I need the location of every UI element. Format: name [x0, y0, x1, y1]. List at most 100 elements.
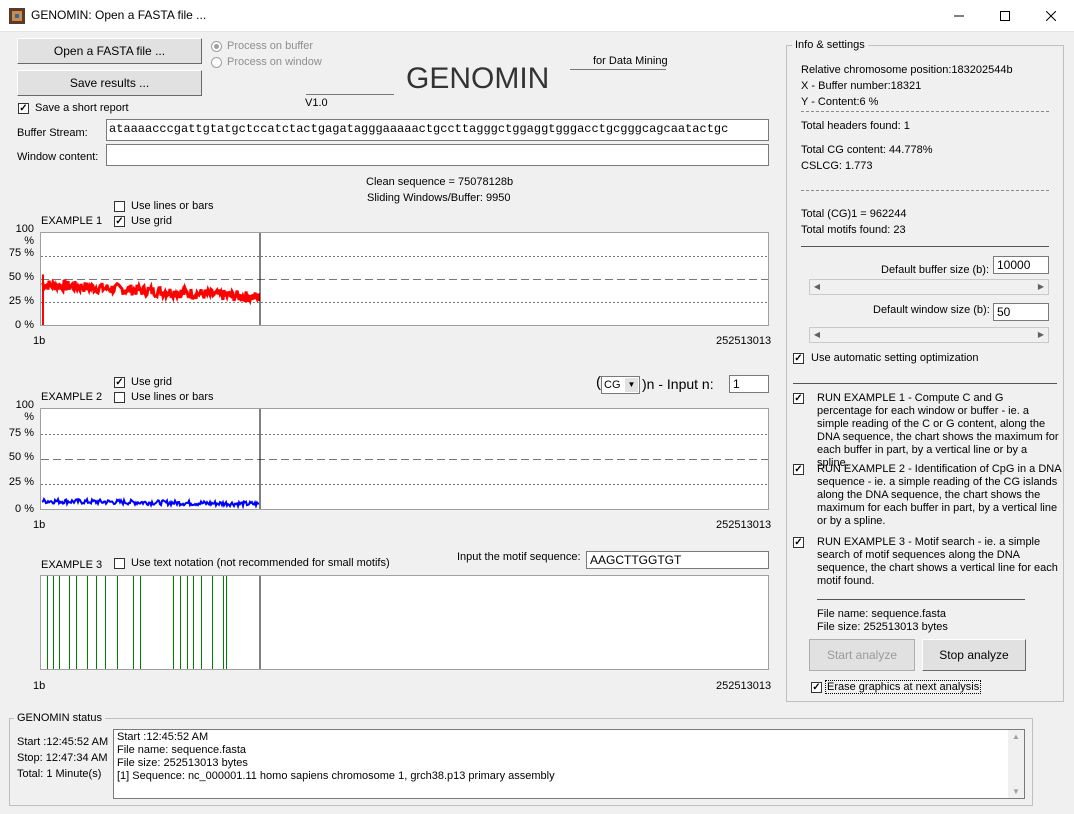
- example3-title: EXAMPLE 3: [41, 559, 103, 571]
- separator-dashed-1: [801, 111, 1049, 112]
- tagline: for Data Mining: [593, 55, 668, 67]
- short-report-checkbox[interactable]: ✓: [18, 103, 29, 114]
- ex1-grid-label: Use grid: [131, 215, 172, 227]
- status-title: GENOMIN status: [14, 712, 105, 724]
- process-window-radio[interactable]: [211, 57, 222, 68]
- window-size-field[interactable]: 50: [993, 303, 1049, 321]
- save-results-button[interactable]: Save results ...: [17, 70, 202, 96]
- status-log[interactable]: Start :12:45:52 AM File name: sequence.f…: [113, 729, 1025, 799]
- status-total: Total: 1 Minute(s): [17, 768, 102, 780]
- process-buffer-radio[interactable]: [211, 41, 222, 52]
- window-size-slider[interactable]: ◀ ▶: [809, 327, 1049, 343]
- status-start: Start :12:45:52 AM: [17, 736, 109, 748]
- open-fasta-button[interactable]: Open a FASTA file ...: [17, 38, 202, 64]
- ex2-grid-checkbox[interactable]: ✓: [114, 377, 125, 388]
- ex2-ytick-100: 100 %: [15, 399, 34, 423]
- rel-position-text: Relative chromosome position:183202544b: [801, 64, 1013, 76]
- close-icon: [1046, 11, 1056, 21]
- ex2-x-end: 252513013: [716, 519, 772, 531]
- ex1-lines-bars-checkbox[interactable]: [114, 201, 125, 212]
- scroll-left-icon[interactable]: ◀: [810, 280, 824, 294]
- example2-title: EXAMPLE 2: [41, 391, 103, 403]
- ex2-x-start: 1b: [33, 519, 46, 531]
- ex1-ytick-50: 50 %: [8, 271, 34, 283]
- motif-select-value: CG: [604, 379, 621, 391]
- motif-select[interactable]: CG ▼: [601, 376, 640, 394]
- clean-sequence-text: Clean sequence = 75078128b: [366, 176, 514, 188]
- start-analyze-button[interactable]: Start analyze: [809, 639, 915, 671]
- separator-1: [801, 246, 1049, 247]
- maximize-button[interactable]: [982, 0, 1028, 32]
- run-example1-text: RUN EXAMPLE 1 - Compute C and G percenta…: [817, 392, 1059, 469]
- text-notation-checkbox[interactable]: [114, 558, 125, 569]
- window-size-label: Default window size (b):: [873, 304, 990, 316]
- example2-chart: [40, 408, 769, 510]
- total-cg1-text: Total (CG)1 = 962244: [801, 208, 907, 220]
- ex2-ytick-25: 25 %: [8, 476, 34, 488]
- ex2-lines-bars-checkbox[interactable]: [114, 392, 125, 403]
- version-label: V1.0: [305, 97, 328, 109]
- scroll-left-icon[interactable]: ◀: [810, 328, 824, 342]
- buffer-size-slider[interactable]: ◀ ▶: [809, 279, 1049, 295]
- file-name-text: File name: sequence.fasta: [817, 608, 947, 620]
- series-line-cg: [41, 278, 261, 306]
- status-stop: Stop: 12:47:34 AM: [17, 752, 108, 764]
- scroll-right-icon[interactable]: ▶: [1034, 328, 1048, 342]
- ex2-ytick-50: 50 %: [8, 451, 34, 463]
- content-text: Y - Content:6 %: [801, 96, 879, 108]
- run-example2-checkbox[interactable]: ✓: [793, 464, 804, 475]
- maximize-icon: [1000, 11, 1010, 21]
- series-line-cpg: [41, 496, 260, 509]
- ex1-ytick-0: 0 %: [15, 319, 34, 331]
- scroll-up-icon[interactable]: ▲: [1008, 730, 1024, 743]
- stop-analyze-button[interactable]: Stop analyze: [922, 639, 1026, 671]
- ex2-lines-bars-label: Use lines or bars: [131, 391, 214, 403]
- window-content-label: Window content:: [17, 151, 99, 163]
- buffer-stream-label: Buffer Stream:: [17, 127, 88, 139]
- ex1-lines-bars-label: Use lines or bars: [131, 200, 214, 212]
- log-line: [1] Sequence: nc_000001.11 homo sapiens …: [117, 770, 555, 782]
- erase-graphics-label: Erase graphics at next analysis: [825, 680, 982, 694]
- text-notation-label: Use text notation (not recommended for s…: [131, 557, 390, 569]
- ex1-ytick-25: 25 %: [8, 295, 34, 307]
- process-buffer-label: Process on buffer: [227, 40, 314, 52]
- app-logo-text: GENOMIN: [406, 62, 550, 95]
- example1-title: EXAMPLE 1: [41, 215, 103, 227]
- auto-optimization-label: Use automatic setting optimization: [811, 352, 979, 364]
- ex1-x-start: 1b: [33, 335, 46, 347]
- log-line: Start :12:45:52 AM: [117, 731, 209, 743]
- close-button[interactable]: [1028, 0, 1074, 32]
- ex1-grid-checkbox[interactable]: ✓: [114, 216, 125, 227]
- ex2-ytick-75: 75 %: [8, 427, 34, 439]
- brand-rule-right: [570, 69, 666, 70]
- cg-content-text: Total CG content: 44.778%: [801, 144, 933, 156]
- motif-suffix-label: )n - Input n:: [642, 376, 714, 392]
- sliding-windows-text: Sliding Windows/Buffer: 9950: [367, 192, 511, 204]
- window-title: GENOMIN: Open a FASTA file ...: [31, 8, 207, 22]
- short-report-label: Save a short report: [35, 102, 129, 114]
- example1-chart: [40, 232, 769, 326]
- log-scrollbar[interactable]: ▲ ▼: [1008, 730, 1024, 798]
- title-bar: GENOMIN: Open a FASTA file ...: [0, 0, 1074, 32]
- input-n-field[interactable]: 1: [729, 375, 769, 393]
- buffer-stream-field[interactable]: ataaaacccgattgtatgctccatctactgagatagggaa…: [106, 119, 769, 141]
- window-content-field[interactable]: [106, 144, 769, 166]
- motif-sequence-label: Input the motif sequence:: [457, 551, 581, 563]
- buffer-size-label: Default buffer size (b):: [881, 264, 990, 276]
- minimize-icon: [954, 15, 964, 17]
- ex1-ytick-75: 75 %: [8, 247, 34, 259]
- chevron-down-icon: ▼: [625, 378, 638, 392]
- auto-optimization-checkbox[interactable]: ✓: [793, 353, 804, 364]
- process-window-label: Process on window: [227, 56, 322, 68]
- erase-graphics-checkbox[interactable]: ✓: [811, 682, 822, 693]
- run-example1-checkbox[interactable]: ✓: [793, 393, 804, 404]
- ex3-x-start: 1b: [33, 680, 46, 692]
- headers-found-text: Total headers found: 1: [801, 120, 910, 132]
- minimize-button[interactable]: [936, 0, 982, 32]
- motif-sequence-field[interactable]: AAGCTTGGTGT: [586, 551, 769, 569]
- run-example3-checkbox[interactable]: ✓: [793, 537, 804, 548]
- run-example3-text: RUN EXAMPLE 3 - Motif search - ie. a sim…: [817, 536, 1058, 587]
- scroll-right-icon[interactable]: ▶: [1034, 280, 1048, 294]
- buffer-size-field[interactable]: 10000: [993, 256, 1049, 274]
- scroll-down-icon[interactable]: ▼: [1008, 785, 1024, 798]
